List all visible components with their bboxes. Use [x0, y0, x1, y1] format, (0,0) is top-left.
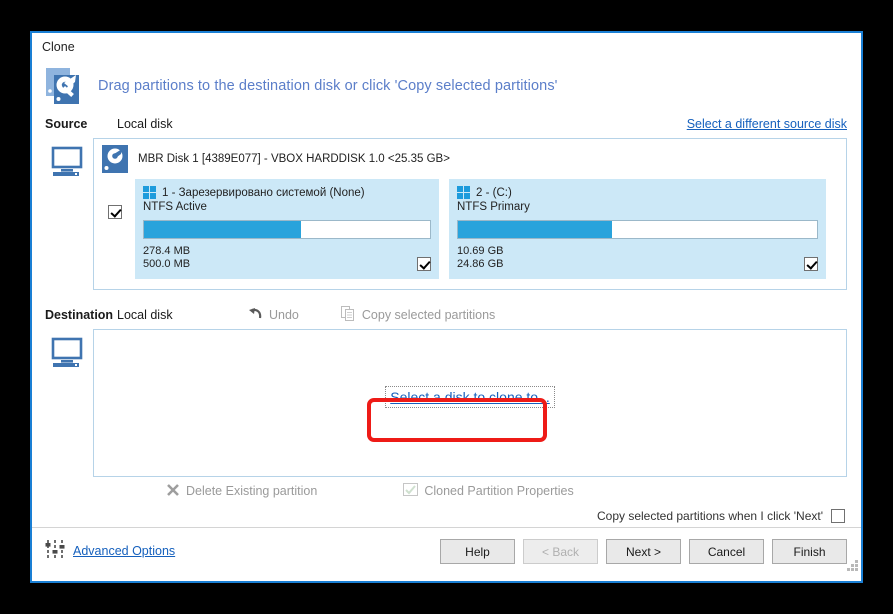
destination-label: Destination	[45, 308, 117, 322]
cancel-button[interactable]: Cancel	[689, 539, 764, 564]
partition-footer: 10.69 GB 24.86 GB	[457, 245, 818, 271]
partition-usage-bar	[143, 220, 431, 239]
select-disk-to-clone-to-link[interactable]: Select a disk to clone to...	[385, 386, 555, 408]
finish-button[interactable]: Finish	[772, 539, 847, 564]
source-label: Source	[45, 117, 117, 131]
partition-checkbox[interactable]	[417, 257, 431, 271]
cloned-partition-properties-button[interactable]: Cloned Partition Properties	[403, 483, 573, 500]
partition-used: 10.69 GB	[457, 245, 503, 258]
resize-grip[interactable]	[847, 560, 858, 571]
copy-selected-partitions-button[interactable]: Copy selected partitions	[341, 306, 495, 324]
partition-filesystem: NTFS Primary	[457, 201, 818, 213]
copy-on-next-checkbox[interactable]	[831, 509, 845, 523]
source-monitor-col	[45, 138, 93, 290]
footer-bar: Advanced Options Help < Back Next > Canc…	[32, 527, 861, 574]
copy-on-next-label: Copy selected partitions when I click 'N…	[597, 509, 823, 523]
destination-area: Select a disk to clone to...	[32, 326, 861, 477]
source-disk-panel: MBR Disk 1 [4389E077] - VBOX HARDDISK 1.…	[93, 138, 847, 290]
select-different-source-disk-link[interactable]: Select a different source disk	[687, 117, 847, 131]
source-partition-row: 1 - Зарезервировано системой (None) NTFS…	[102, 179, 838, 279]
windows-logo-icon	[143, 186, 156, 199]
source-disk-check-col	[102, 179, 128, 219]
undo-button[interactable]: Undo	[247, 307, 299, 324]
delete-existing-partition-label: Delete Existing partition	[186, 484, 317, 498]
partition-filesystem: NTFS Active	[143, 201, 431, 213]
copy-selected-partitions-label: Copy selected partitions	[362, 308, 495, 322]
help-button[interactable]: Help	[440, 539, 515, 564]
sliders-icon	[45, 539, 65, 564]
undo-label: Undo	[269, 308, 299, 322]
partition-card[interactable]: 1 - Зарезервировано системой (None) NTFS…	[135, 179, 439, 279]
window-title: Clone	[32, 33, 861, 59]
partition-sizes: 278.4 MB 500.0 MB	[143, 245, 190, 271]
checkbox-properties-icon	[403, 483, 418, 500]
destination-link-wrap: Select a disk to clone to...	[94, 386, 846, 408]
partition-sizes: 10.69 GB 24.86 GB	[457, 245, 503, 271]
partition-title: 2 - (C:)	[476, 187, 512, 199]
partition-title: 1 - Зарезервировано системой (None)	[162, 187, 365, 199]
advanced-options[interactable]: Advanced Options	[45, 539, 175, 564]
source-area: MBR Disk 1 [4389E077] - VBOX HARDDISK 1.…	[32, 135, 861, 290]
next-button[interactable]: Next >	[606, 539, 681, 564]
source-disk-checkbox[interactable]	[108, 205, 122, 219]
destination-disk-panel[interactable]: Select a disk to clone to...	[93, 329, 847, 477]
clone-disks-icon	[45, 66, 89, 106]
monitor-icon	[51, 337, 87, 369]
header-banner: Drag partitions to the destination disk …	[32, 59, 861, 113]
source-sub-label: Local disk	[117, 117, 277, 131]
partition-footer: 278.4 MB 500.0 MB	[143, 245, 431, 271]
source-partitions: 1 - Зарезервировано системой (None) NTFS…	[135, 179, 838, 279]
partition-usage-fill	[458, 221, 612, 238]
cloned-partition-properties-label: Cloned Partition Properties	[424, 484, 573, 498]
partition-usage-bar	[457, 220, 818, 239]
partition-total: 24.86 GB	[457, 258, 503, 271]
windows-logo-icon	[457, 186, 470, 199]
delete-existing-partition-button[interactable]: Delete Existing partition	[166, 483, 317, 500]
source-disk-title: MBR Disk 1 [4389E077] - VBOX HARDDISK 1.…	[138, 153, 450, 165]
destination-monitor-col	[45, 329, 93, 477]
partition-title-row: 1 - Зарезервировано системой (None)	[143, 186, 431, 199]
hard-disk-icon	[102, 145, 128, 173]
back-button[interactable]: < Back	[523, 539, 598, 564]
partition-card[interactable]: 2 - (C:) NTFS Primary 10.69 GB 24.86 GB	[449, 179, 826, 279]
partition-usage-fill	[144, 221, 301, 238]
source-disk-header: MBR Disk 1 [4389E077] - VBOX HARDDISK 1.…	[102, 145, 838, 173]
destination-sub-label: Local disk	[117, 308, 247, 322]
x-close-icon	[166, 483, 180, 500]
partition-used: 278.4 MB	[143, 245, 190, 258]
partition-title-row: 2 - (C:)	[457, 186, 818, 199]
source-section-row: Source Local disk Select a different sou…	[32, 113, 861, 135]
clone-window: Clone Drag partitions to the destination…	[30, 31, 863, 583]
partition-total: 500.0 MB	[143, 258, 190, 271]
destination-section-row: Destination Local disk Undo	[32, 304, 861, 326]
advanced-options-link: Advanced Options	[73, 544, 175, 558]
destination-tools-row: Delete Existing partition Cloned Partiti…	[32, 477, 861, 505]
header-title: Drag partitions to the destination disk …	[98, 78, 558, 94]
undo-arrow-icon	[247, 307, 263, 324]
partition-checkbox[interactable]	[804, 257, 818, 271]
copy-pages-icon	[341, 306, 356, 324]
copy-on-next-row: Copy selected partitions when I click 'N…	[32, 505, 861, 527]
footer-buttons: Help < Back Next > Cancel Finish	[440, 539, 847, 564]
monitor-icon	[51, 146, 87, 178]
